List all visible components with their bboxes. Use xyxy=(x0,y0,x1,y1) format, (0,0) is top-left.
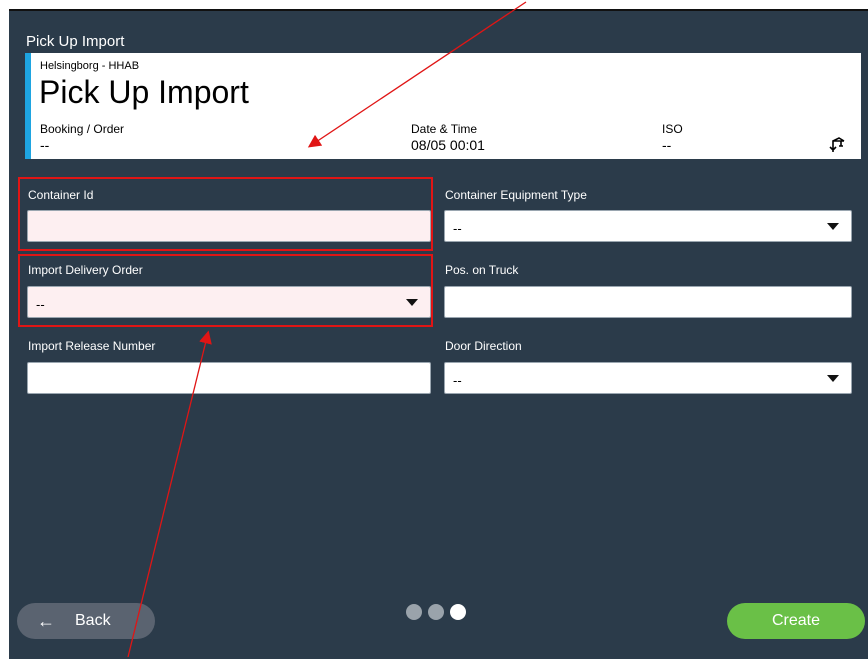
crane-icon[interactable] xyxy=(829,137,845,153)
page-title: Pick Up Import xyxy=(39,74,249,110)
chevron-down-icon xyxy=(827,223,839,230)
pos-on-truck-label: Pos. on Truck xyxy=(445,263,519,277)
app-window: Pick Up Import Helsingborg - HHAB Pick U… xyxy=(9,9,868,659)
door-direction-value: -- xyxy=(453,373,462,388)
back-button-label: Back xyxy=(75,612,111,629)
iso-value: -- xyxy=(662,137,672,153)
import-release-number-label: Import Release Number xyxy=(28,339,156,353)
door-direction-label: Door Direction xyxy=(445,339,522,353)
header-card: Helsingborg - HHAB Pick Up Import Bookin… xyxy=(25,53,861,159)
page-dot[interactable] xyxy=(428,604,444,620)
page-indicator xyxy=(406,604,466,620)
page-dot-active[interactable] xyxy=(450,604,466,620)
datetime-value: 08/05 00:01 xyxy=(411,137,485,153)
container-equipment-type-value: -- xyxy=(453,221,462,236)
location-label: Helsingborg - HHAB xyxy=(40,60,140,72)
arrow-left-icon: ← xyxy=(37,610,55,631)
window-title: Pick Up Import xyxy=(26,33,125,50)
chevron-down-icon xyxy=(827,375,839,382)
back-button[interactable]: ← Back xyxy=(17,603,155,639)
pos-on-truck-field[interactable] xyxy=(444,286,852,318)
booking-label: Booking / Order xyxy=(40,122,125,136)
datetime-label: Date & Time xyxy=(411,122,478,136)
annotation-box-container-id xyxy=(18,177,433,251)
door-direction-select[interactable]: -- xyxy=(444,362,852,394)
import-release-number-field[interactable] xyxy=(27,362,431,394)
create-button[interactable]: Create xyxy=(727,603,865,639)
iso-label: ISO xyxy=(662,122,683,136)
booking-value: -- xyxy=(40,137,50,153)
page-dot[interactable] xyxy=(406,604,422,620)
container-equipment-type-label: Container Equipment Type xyxy=(445,188,587,202)
annotation-box-import-delivery-order xyxy=(18,254,433,327)
container-equipment-type-select[interactable]: -- xyxy=(444,210,852,242)
